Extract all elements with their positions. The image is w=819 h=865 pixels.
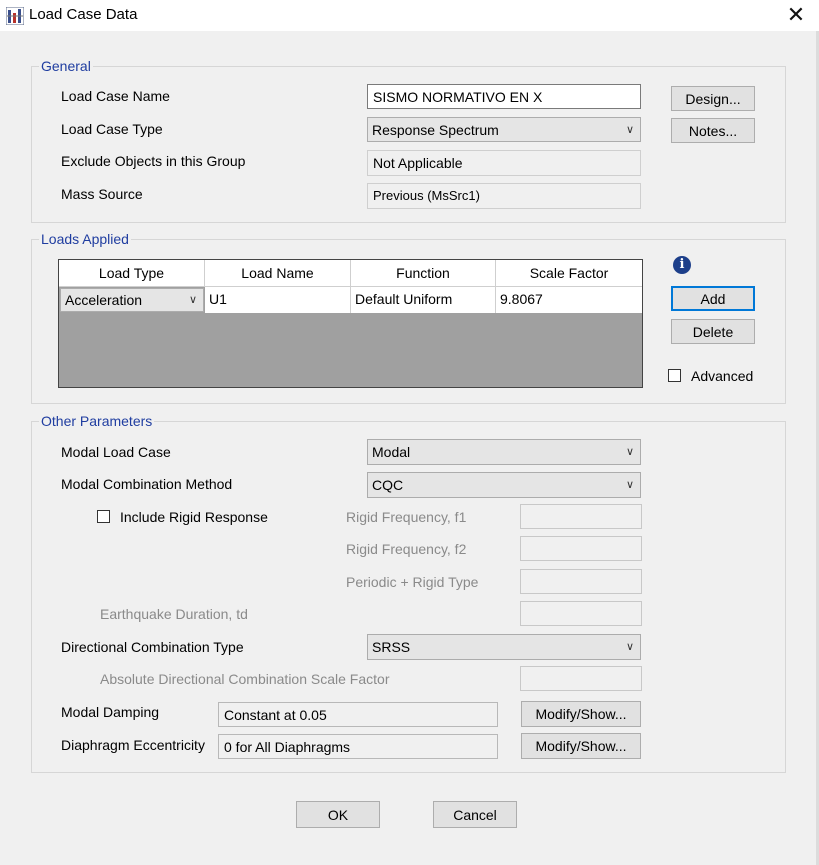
modal-damping-modify-button[interactable]: Modify/Show... <box>521 701 641 727</box>
earthquake-duration-field <box>520 601 642 626</box>
diaphragm-modify-button[interactable]: Modify/Show... <box>521 733 641 759</box>
add-button[interactable]: Add <box>671 286 755 311</box>
cancel-button[interactable]: Cancel <box>433 801 517 828</box>
exclude-objects-field: Not Applicable <box>367 150 641 176</box>
load-case-type-value: Response Spectrum <box>372 122 499 138</box>
include-rigid-checkbox[interactable] <box>97 510 110 523</box>
directional-combination-select[interactable]: SRSS ∨ <box>367 634 641 660</box>
advanced-checkbox[interactable] <box>668 369 681 382</box>
chevron-down-icon: ∨ <box>625 641 634 653</box>
rigid-f2-label: Rigid Frequency, f2 <box>346 541 467 557</box>
grid-header-function: Function <box>351 260 496 287</box>
grid-header-load-name: Load Name <box>205 260 351 287</box>
grid-cell-function[interactable]: Default Uniform <box>351 287 496 313</box>
modal-combination-label: Modal Combination Method <box>61 476 233 492</box>
load-case-type-label: Load Case Type <box>61 121 163 137</box>
other-parameters-group-title: Other Parameters <box>39 413 155 429</box>
info-icon[interactable]: i <box>673 256 691 274</box>
modal-load-case-select[interactable]: Modal ∨ <box>367 439 641 465</box>
load-case-type-select[interactable]: Response Spectrum ∨ <box>367 117 641 142</box>
earthquake-duration-label: Earthquake Duration, td <box>100 606 248 622</box>
notes-button[interactable]: Notes... <box>671 118 755 143</box>
loads-grid: Load Type Load Name Function Scale Facto… <box>58 259 643 388</box>
modal-load-case-value: Modal <box>372 444 411 460</box>
rigid-f1-field <box>520 504 642 529</box>
periodic-rigid-label: Periodic + Rigid Type <box>346 574 479 590</box>
modal-load-case-label: Modal Load Case <box>61 444 171 460</box>
directional-combination-value: SRSS <box>372 639 411 655</box>
modal-damping-field: Constant at 0.05 <box>218 702 498 727</box>
chevron-down-icon: ∨ <box>625 479 634 491</box>
chevron-down-icon: ∨ <box>625 446 634 458</box>
rigid-f1-label: Rigid Frequency, f1 <box>346 509 467 525</box>
modal-damping-label: Modal Damping <box>61 704 160 720</box>
mass-source-field: Previous (MsSrc1) <box>367 183 641 209</box>
grid-cell-load-name[interactable]: U1 <box>205 287 351 313</box>
diaphragm-eccentricity-field: 0 for All Diaphragms <box>218 734 498 759</box>
general-group-title: General <box>39 58 93 74</box>
absolute-scale-label: Absolute Directional Combination Scale F… <box>100 671 390 687</box>
advanced-label: Advanced <box>691 368 754 384</box>
grid-cell-scale-factor[interactable]: 9.8067 <box>496 287 642 313</box>
exclude-objects-label: Exclude Objects in this Group <box>61 153 246 169</box>
grid-header-scale-factor: Scale Factor <box>496 260 642 287</box>
ok-button[interactable]: OK <box>296 801 380 828</box>
load-case-name-input[interactable]: SISMO NORMATIVO EN X <box>367 84 641 109</box>
include-rigid-label: Include Rigid Response <box>120 509 268 525</box>
grid-cell-load-type: Acceleration <box>65 292 143 308</box>
close-icon[interactable]: ✕ <box>784 2 808 28</box>
app-icon <box>6 7 24 25</box>
load-case-name-label: Load Case Name <box>61 88 170 104</box>
directional-combination-label: Directional Combination Type <box>61 639 244 655</box>
loads-applied-group-title: Loads Applied <box>39 231 131 247</box>
modal-combination-value: CQC <box>372 477 404 493</box>
grid-header-load-type: Load Type <box>59 260 205 287</box>
rigid-f2-field <box>520 536 642 561</box>
absolute-scale-field <box>520 666 642 691</box>
chevron-down-icon: ∨ <box>625 124 634 136</box>
periodic-rigid-field <box>520 569 642 594</box>
diaphragm-eccentricity-label: Diaphragm Eccentricity <box>61 737 205 753</box>
design-button[interactable]: Design... <box>671 86 755 111</box>
grid-cell-load-type-select[interactable]: Acceleration ∨ <box>60 288 204 312</box>
chevron-down-icon: ∨ <box>188 294 197 306</box>
modal-combination-select[interactable]: CQC ∨ <box>367 472 641 498</box>
window-title: Load Case Data <box>29 6 138 23</box>
delete-button[interactable]: Delete <box>671 319 755 344</box>
mass-source-label: Mass Source <box>61 186 143 202</box>
